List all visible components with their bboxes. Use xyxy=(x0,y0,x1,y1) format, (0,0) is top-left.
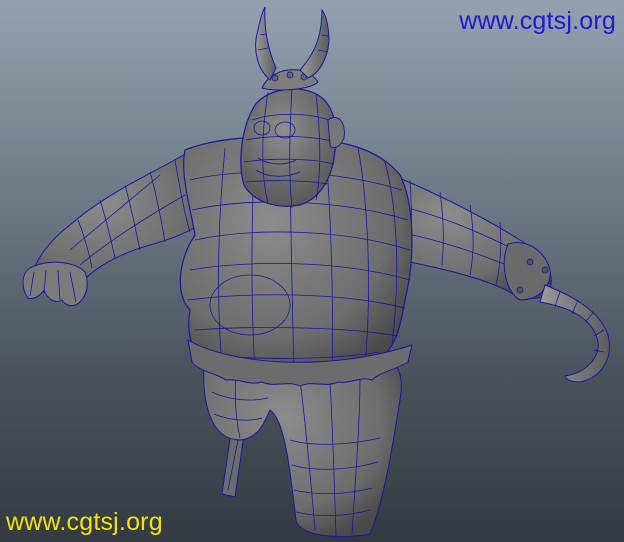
model-render xyxy=(22,6,610,538)
right-arm xyxy=(379,169,610,383)
watermark-top-right: www.cgtsj.org xyxy=(459,7,616,35)
watermark-bottom-left: www.cgtsj.org xyxy=(6,508,163,536)
3d-viewport[interactable] xyxy=(0,0,624,542)
helmet xyxy=(255,6,330,91)
